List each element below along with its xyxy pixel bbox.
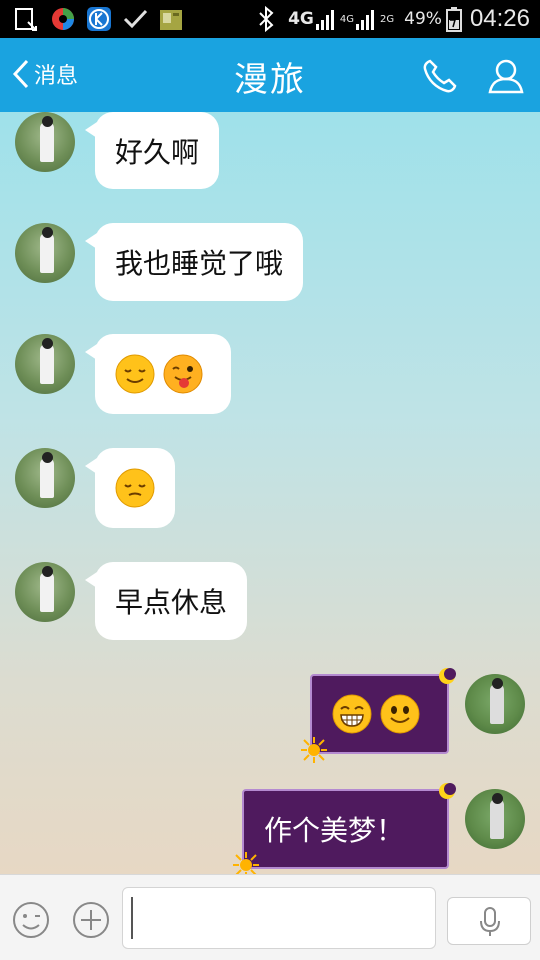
plus-button-icon[interactable] (72, 901, 110, 939)
sleepy-emoji (115, 468, 155, 508)
download-icon (15, 8, 37, 31)
k-app-icon (87, 7, 111, 31)
happy-emoji (380, 694, 420, 734)
contact-avatar[interactable] (15, 223, 75, 283)
check-icon (123, 9, 148, 29)
message-text: 作个美梦！ (264, 814, 405, 847)
phone-call-icon[interactable] (420, 56, 460, 96)
security-app-icon (52, 8, 74, 30)
signal-2g-label: 2G (380, 13, 395, 25)
chat-area[interactable]: 好久啊 我也睡觉了哦 早点休息 作个美梦！ (0, 112, 540, 874)
smile-emoji (115, 354, 155, 394)
signal-4g-icon (315, 10, 334, 30)
input-bar (0, 874, 540, 960)
tongue-wink-emoji (163, 354, 203, 394)
profile-icon[interactable] (486, 56, 526, 96)
nav-bar: 消息 漫旅 (0, 38, 540, 112)
emoji-button-icon[interactable] (12, 901, 50, 939)
sent-message-bubble[interactable] (301, 668, 456, 763)
signal-4g-label: 4G (339, 13, 355, 25)
message-text: 早点休息 (115, 586, 228, 619)
my-avatar[interactable] (465, 789, 525, 849)
network-type-label: 4G (288, 9, 314, 29)
my-avatar[interactable] (465, 674, 525, 734)
sun-decoration-icon (233, 852, 259, 874)
battery-percent: 49% (404, 9, 442, 29)
message-bubble[interactable]: 好久啊 (84, 112, 220, 189)
message-text: 我也睡觉了哦 (115, 247, 284, 280)
contact-avatar[interactable] (15, 112, 75, 172)
battery-icon (445, 7, 462, 32)
package-icon (160, 10, 182, 30)
message-bubble[interactable]: 我也睡觉了哦 (84, 223, 304, 301)
message-bubble[interactable] (85, 334, 231, 414)
voice-button[interactable] (447, 897, 531, 945)
contact-avatar[interactable] (15, 448, 75, 508)
message-bubble[interactable] (85, 448, 175, 528)
message-bubble[interactable]: 早点休息 (84, 562, 248, 640)
bluetooth-icon (259, 6, 274, 32)
sun-decoration-icon (301, 737, 327, 763)
microphone-icon (480, 907, 500, 936)
contact-avatar[interactable] (15, 334, 75, 394)
sent-message-bubble[interactable]: 作个美梦！ (233, 783, 456, 874)
message-input[interactable] (122, 887, 436, 949)
signal-2g-icon (356, 10, 375, 30)
moon-decoration-icon (439, 783, 456, 799)
text-cursor (131, 897, 133, 939)
moon-decoration-icon (439, 668, 456, 684)
status-bar: 4G 4G 2G 49% 04:26 (0, 0, 540, 38)
grin-emoji (332, 694, 372, 734)
message-text: 好久啊 (115, 135, 200, 169)
clock: 04:26 (469, 5, 530, 32)
contact-avatar[interactable] (15, 562, 75, 622)
